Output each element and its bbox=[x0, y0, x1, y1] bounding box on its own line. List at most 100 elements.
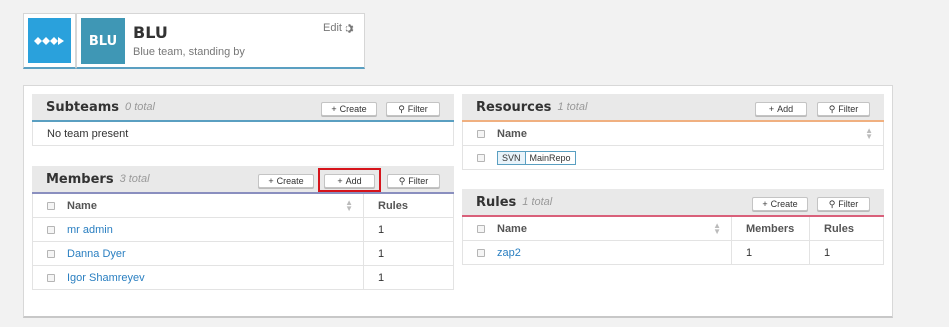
members-count: 3 total bbox=[119, 173, 150, 185]
search-icon: ⚲ bbox=[398, 103, 405, 114]
create-label: Create bbox=[339, 104, 367, 114]
plus-icon: + bbox=[268, 175, 274, 186]
rules-section: Rules 1 total + Create ⚲ Filter Name ▲ ▼ … bbox=[462, 189, 884, 265]
name-header-label: Name bbox=[497, 222, 527, 235]
member-name-cell: Igor Shamreyev bbox=[33, 266, 363, 289]
filter-resources-button[interactable]: ⚲ Filter bbox=[817, 102, 870, 116]
filter-label: Filter bbox=[838, 104, 859, 114]
resource-name-cell: SVN MainRepo bbox=[463, 146, 883, 169]
rules-column-header: Rules bbox=[809, 217, 883, 240]
name-header-label: Name bbox=[497, 127, 527, 140]
logo-icon bbox=[33, 36, 64, 45]
resource-link[interactable]: MainRepo bbox=[525, 150, 576, 165]
members-table-header: Name ▲ ▼ Rules bbox=[32, 194, 454, 218]
table-row: Danna Dyer 1 bbox=[32, 242, 454, 266]
rules-table-header: Name ▲ ▼ Members Rules bbox=[462, 217, 884, 241]
add-label: Add bbox=[345, 176, 362, 186]
member-link[interactable]: Danna Dyer bbox=[67, 248, 126, 260]
filter-label: Filter bbox=[838, 199, 859, 209]
member-rules-cell: 1 bbox=[363, 218, 453, 241]
app-logo-tile[interactable] bbox=[23, 13, 76, 69]
app-logo bbox=[28, 18, 71, 63]
name-column-header[interactable]: Name ▲ ▼ bbox=[463, 217, 731, 240]
edit-label: Edit bbox=[323, 22, 342, 34]
table-row: SVN MainRepo bbox=[462, 146, 884, 170]
main-panel: Subteams 0 total + Create ⚲ Filter No te… bbox=[23, 85, 893, 318]
member-link[interactable]: Igor Shamreyev bbox=[67, 272, 145, 284]
name-column-header[interactable]: Name ▲ ▼ bbox=[463, 122, 883, 145]
filter-subteams-button[interactable]: ⚲ Filter bbox=[386, 102, 440, 116]
subteams-header: Subteams 0 total + Create ⚲ Filter bbox=[32, 94, 454, 122]
create-subteam-button[interactable]: + Create bbox=[321, 102, 377, 116]
gear-icon bbox=[345, 23, 354, 33]
add-resource-button[interactable]: + Add bbox=[755, 102, 807, 116]
add-label: Add bbox=[777, 104, 794, 114]
search-icon: ⚲ bbox=[828, 103, 836, 114]
plus-icon: + bbox=[768, 103, 775, 114]
search-icon: ⚲ bbox=[398, 175, 406, 186]
sort-icon[interactable]: ▲ ▼ bbox=[713, 221, 721, 235]
select-all-checkbox[interactable] bbox=[47, 201, 55, 210]
resources-title: Resources bbox=[476, 99, 552, 115]
team-card: BLU BLU Blue team, standing by Edit bbox=[76, 13, 365, 69]
subteams-empty-row: No team present bbox=[32, 122, 454, 146]
member-link[interactable]: mr admin bbox=[67, 224, 113, 236]
resources-header: Resources 1 total + Add ⚲ Filter bbox=[462, 94, 884, 122]
rule-rules-cell: 1 bbox=[809, 241, 883, 264]
table-row: zap2 1 1 bbox=[462, 241, 884, 265]
member-name-cell: mr admin bbox=[33, 218, 363, 241]
filter-label: Filter bbox=[407, 104, 428, 114]
resources-section: Resources 1 total + Add ⚲ Filter Name ▲ ▼… bbox=[462, 94, 884, 170]
rules-count: 1 total bbox=[522, 196, 553, 208]
search-icon: ⚲ bbox=[828, 198, 836, 209]
resources-count: 1 total bbox=[557, 101, 588, 113]
plus-icon: + bbox=[331, 103, 337, 114]
resources-table-header: Name ▲ ▼ bbox=[462, 122, 884, 146]
create-label: Create bbox=[276, 176, 304, 186]
select-all-checkbox[interactable] bbox=[477, 129, 485, 138]
filter-label: Filter bbox=[408, 176, 429, 186]
sort-icon[interactable]: ▲ ▼ bbox=[345, 198, 353, 212]
filter-rules-button[interactable]: ⚲ Filter bbox=[817, 197, 870, 211]
rules-header: Rules 1 total + Create ⚲ Filter bbox=[462, 189, 884, 217]
name-column-header[interactable]: Name ▲ ▼ bbox=[33, 194, 363, 217]
create-rule-button[interactable]: + Create bbox=[752, 197, 808, 211]
rule-name-cell: zap2 bbox=[463, 241, 731, 264]
create-label: Create bbox=[770, 199, 798, 209]
rule-link[interactable]: zap2 bbox=[497, 247, 521, 259]
name-header-label: Name bbox=[67, 199, 97, 212]
member-name-cell: Danna Dyer bbox=[33, 242, 363, 265]
row-checkbox[interactable] bbox=[477, 248, 485, 257]
team-description: Blue team, standing by bbox=[133, 46, 245, 58]
empty-message: No team present bbox=[47, 127, 129, 140]
select-all-checkbox[interactable] bbox=[477, 224, 485, 233]
member-rules-cell: 1 bbox=[363, 242, 453, 265]
subteams-title: Subteams bbox=[46, 99, 120, 115]
table-row: Igor Shamreyev 1 bbox=[32, 266, 454, 290]
team-name: BLU bbox=[133, 23, 168, 42]
plus-icon: + bbox=[337, 175, 343, 186]
members-title: Members bbox=[46, 171, 114, 187]
members-header: Members 3 total + Create + Add ⚲ Filter bbox=[32, 166, 454, 194]
subteams-section: Subteams 0 total + Create ⚲ Filter No te… bbox=[32, 94, 454, 146]
create-member-button[interactable]: + Create bbox=[258, 174, 314, 188]
add-member-button[interactable]: + Add bbox=[324, 174, 375, 188]
table-row: mr admin 1 bbox=[32, 218, 454, 242]
rules-column-header: Rules bbox=[363, 194, 453, 217]
rules-title: Rules bbox=[476, 194, 517, 210]
subteams-count: 0 total bbox=[125, 101, 155, 113]
members-column-header: Members bbox=[731, 217, 809, 240]
member-rules-cell: 1 bbox=[363, 266, 453, 289]
resource-type-badge: SVN bbox=[497, 150, 526, 165]
edit-team-link[interactable]: Edit bbox=[323, 22, 355, 34]
members-section: Members 3 total + Create + Add ⚲ Filter … bbox=[32, 166, 454, 290]
rule-members-cell: 1 bbox=[731, 241, 809, 264]
filter-members-button[interactable]: ⚲ Filter bbox=[387, 174, 440, 188]
row-checkbox[interactable] bbox=[47, 273, 55, 282]
row-checkbox[interactable] bbox=[477, 153, 485, 162]
plus-icon: + bbox=[762, 198, 768, 209]
row-checkbox[interactable] bbox=[47, 249, 55, 258]
team-avatar: BLU bbox=[81, 18, 125, 64]
row-checkbox[interactable] bbox=[47, 225, 55, 234]
sort-icon[interactable]: ▲ ▼ bbox=[865, 126, 873, 140]
